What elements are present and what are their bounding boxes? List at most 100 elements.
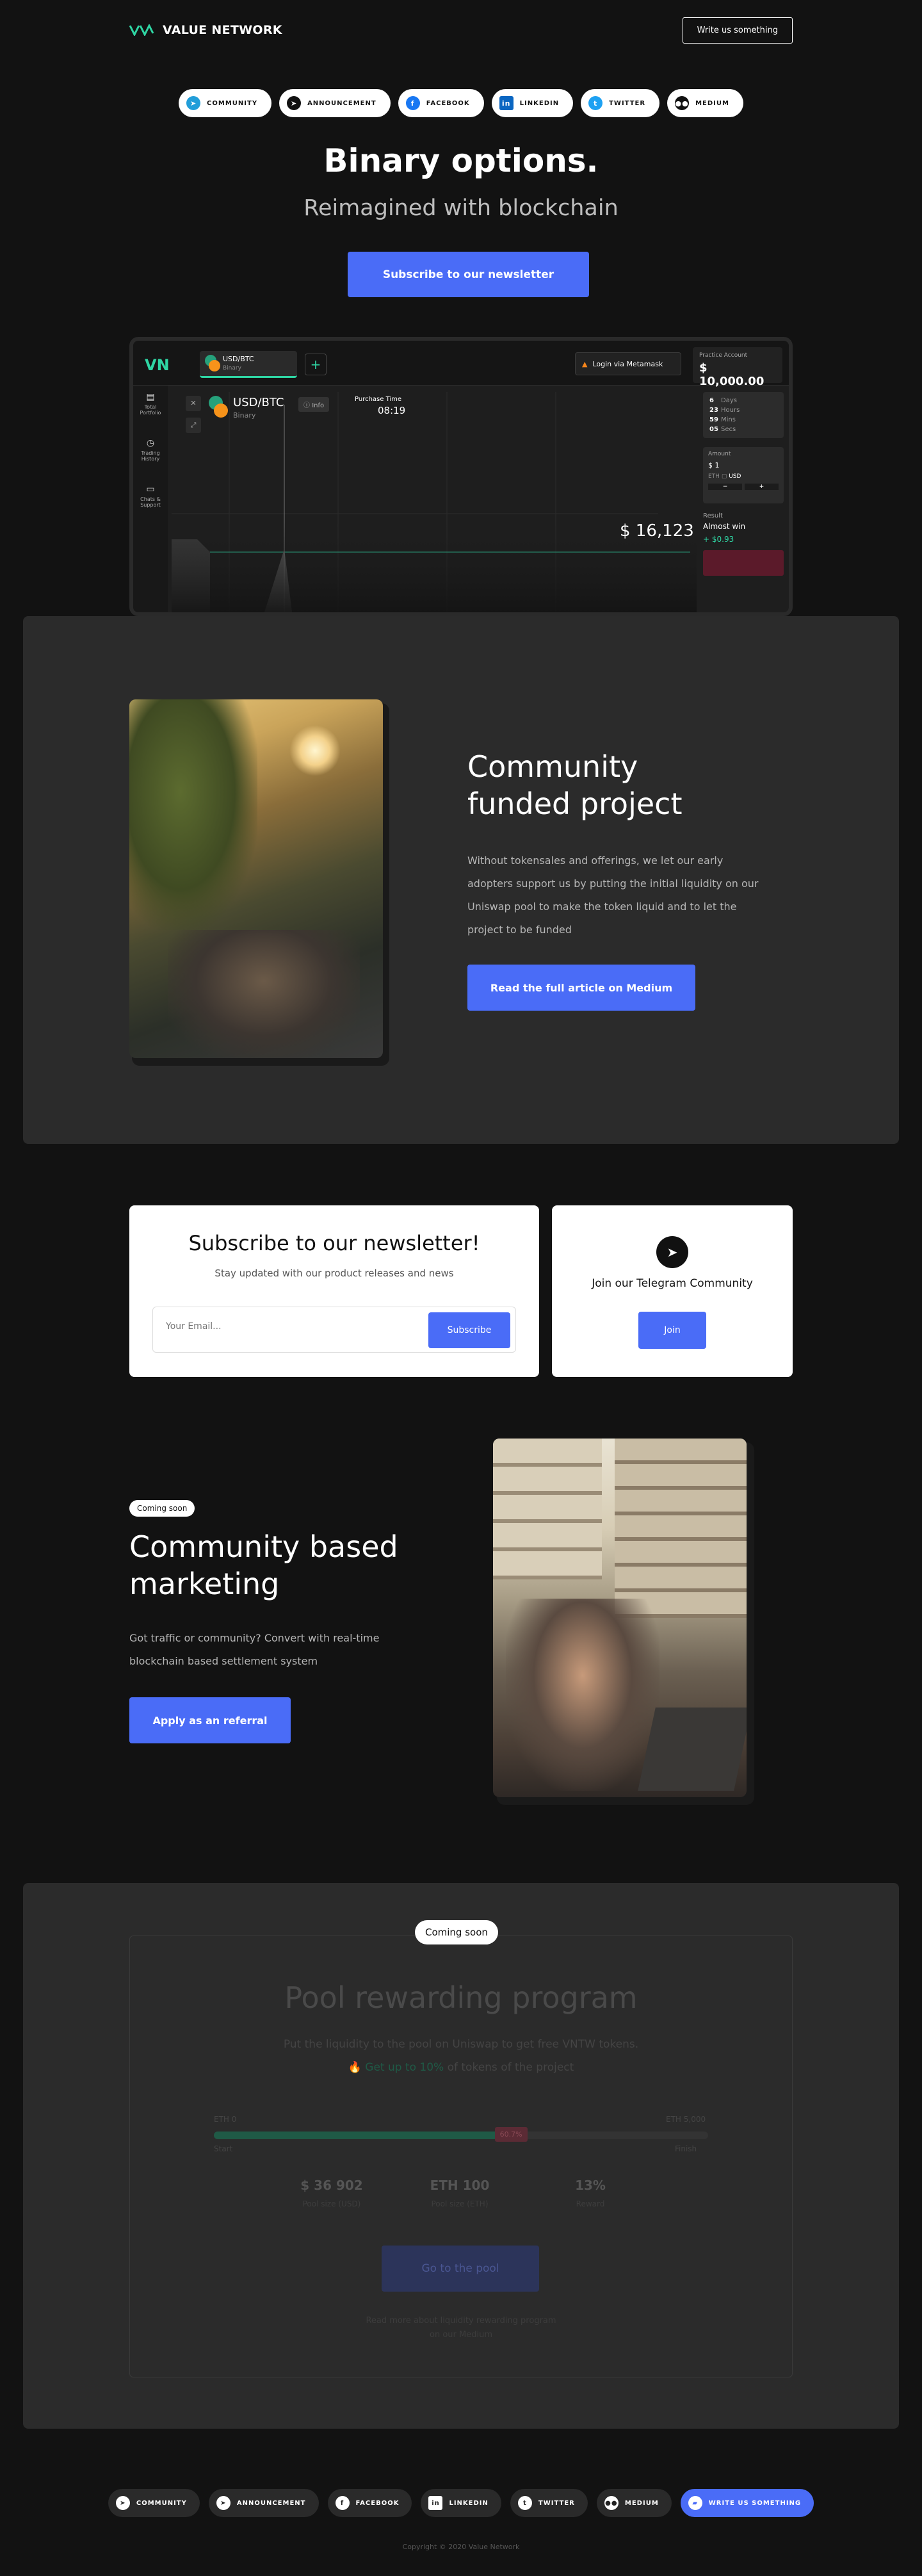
brand-name: VALUE NETWORK — [163, 23, 282, 37]
telegram-icon: ➤ — [656, 1236, 688, 1268]
fire-icon: 🔥 — [348, 2061, 362, 2074]
pool-stat-usd: $ 36 902 Pool size (USD) — [287, 2178, 376, 2208]
increase-button[interactable]: + — [745, 484, 779, 490]
footer-label: ANNOUNCEMENT — [236, 2499, 306, 2507]
timer-unit: Days — [721, 397, 737, 404]
stat-value: ETH 100 — [430, 2178, 490, 2193]
footer-twitter-link[interactable]: t TWITTER — [510, 2489, 588, 2517]
twitter-icon: t — [588, 96, 603, 110]
marketing-text: Got traffic or community? Convert with r… — [129, 1632, 380, 1667]
footer-write-us-button[interactable]: ▰ WRITE US SOMETHING — [680, 2489, 814, 2517]
twitter-icon: t — [517, 2496, 532, 2510]
currency-eth[interactable]: ETH — [708, 473, 720, 480]
telegram-icon: ➤ — [186, 96, 201, 110]
practice-account: Practice Account $ 10,000.00 — [693, 347, 782, 388]
trading-app-preview: VN USD/BTC Binary + ▲ Login via Metamask … — [129, 337, 793, 616]
medium-icon: ●● — [675, 96, 690, 110]
info-label: Info — [312, 402, 325, 409]
chat-bubble-icon: ▰ — [688, 2496, 702, 2510]
pool-progress-percent: 60.7% — [494, 2127, 528, 2142]
social-facebook-link[interactable]: f FACEBOOK — [398, 89, 484, 117]
copyright: Copyright © 2020 Value Network — [402, 2543, 520, 2551]
footer-linkedin-link[interactable]: in LINKEDIN — [421, 2489, 501, 2517]
write-us-button[interactable]: Write us something — [682, 17, 793, 44]
community-funded-title: Community funded project — [467, 749, 683, 821]
info-button[interactable]: ⓘ Info — [298, 397, 330, 412]
add-tab-button[interactable]: + — [305, 354, 327, 375]
close-icon[interactable]: ✕ — [186, 396, 201, 411]
email-field[interactable] — [166, 1321, 409, 1332]
social-medium-link[interactable]: ●● MEDIUM — [667, 89, 743, 117]
social-label: ANNOUNCEMENT — [307, 99, 376, 107]
social-twitter-link[interactable]: t TWITTER — [581, 89, 660, 117]
decrease-button[interactable]: − — [708, 484, 742, 490]
footer-medium-link[interactable]: ●● MEDIUM — [596, 2489, 672, 2517]
medium-icon: ●● — [604, 2496, 619, 2510]
newsletter-subscribe-button[interactable]: Subscribe — [428, 1312, 510, 1348]
pool-footnote: Read more about liquidity rewarding prog… — [366, 2316, 556, 2326]
apply-referral-button[interactable]: Apply as an referral — [129, 1697, 291, 1743]
timer-unit: Secs — [721, 426, 736, 433]
timer-unit: Mins — [721, 416, 736, 423]
tab-type-label: Binary — [223, 365, 241, 371]
newsletter-subtitle: Stay updated with our product releases a… — [214, 1268, 454, 1279]
pool-title: Pool rewarding program — [284, 1980, 638, 2015]
bar-end-sublabel: Finish — [675, 2144, 697, 2153]
chart-pair-type: Binary — [233, 411, 256, 420]
newsletter-card: Subscribe to our newsletter! Stay update… — [129, 1205, 539, 1377]
amount-box: Amount $ 1 ETH ▢ USD − + — [703, 447, 784, 503]
telegram-text: Join our Telegram Community — [592, 1277, 753, 1290]
top-header: VALUE NETWORK Write us something — [129, 15, 793, 45]
social-label: LINKEDIN — [519, 99, 560, 107]
social-label: MEDIUM — [695, 99, 729, 107]
facebook-icon: f — [335, 2496, 350, 2510]
social-community-link[interactable]: ➤ COMMUNITY — [179, 89, 272, 117]
subscribe-newsletter-button[interactable]: Subscribe to our newsletter — [348, 252, 589, 297]
footer-community-link[interactable]: ➤ COMMUNITY — [108, 2489, 200, 2517]
read-medium-article-button[interactable]: Read the full article on Medium — [467, 965, 695, 1011]
telegram-icon: ➤ — [115, 2496, 130, 2510]
purchase-time-value: 08:19 — [378, 405, 406, 416]
stat-label: Pool size (USD) — [302, 2199, 361, 2208]
metamask-fox-icon: ▲ — [582, 359, 588, 368]
social-announcement-link[interactable]: ➤ ANNOUNCEMENT — [279, 89, 391, 117]
pool-progress-bar: 60.7% — [214, 2127, 708, 2142]
timer-mins: 59 — [709, 416, 718, 423]
app-logo-icon: VN — [145, 356, 170, 374]
metamask-login-button[interactable]: ▲ Login via Metamask — [575, 352, 681, 375]
app-sidebar: ▤ Total Portfolio ◷ Trading History ▭ Chats… — [133, 386, 168, 612]
put-button[interactable] — [703, 550, 784, 576]
expand-icon[interactable]: ⤢ — [186, 418, 201, 433]
facebook-icon: f — [405, 96, 420, 110]
pool-stat-reward: 13% Reward — [546, 2178, 635, 2208]
linkedin-icon: in — [428, 2496, 443, 2510]
sidebar-label: Chats & Support — [140, 496, 161, 508]
telegram-icon: ➤ — [287, 96, 302, 110]
currency-usd[interactable]: USD — [729, 473, 741, 480]
footer-label: FACEBOOK — [355, 2499, 400, 2507]
trade-panel: 6 Days 23 Hours 59 Mins 05 Secs Amount $ 1 E… — [703, 392, 784, 612]
social-label: COMMUNITY — [207, 99, 258, 107]
stat-value: $ 36 902 — [300, 2178, 363, 2193]
footer-links: ➤ COMMUNITY ➤ ANNOUNCEMENT f FACEBOOK in LIN… — [0, 2489, 922, 2517]
timer-secs: 05 — [709, 426, 718, 433]
pool-medium-link[interactable]: on our Medium — [0, 2330, 922, 2340]
stat-label: Reward — [576, 2199, 605, 2208]
sidebar-item-portfolio[interactable]: ▤ Total Portfolio — [133, 392, 168, 416]
social-linkedin-link[interactable]: in LINKEDIN — [491, 89, 574, 117]
result-value: + $0.93 — [703, 535, 734, 544]
brand-logo[interactable]: VALUE NETWORK — [129, 23, 282, 37]
sidebar-label: Trading History — [141, 450, 160, 462]
pair-tab[interactable]: USD/BTC Binary — [200, 351, 297, 378]
join-telegram-button[interactable]: Join — [638, 1312, 706, 1349]
social-links: ➤ COMMUNITY ➤ ANNOUNCEMENT f FACEBOOK in LIN… — [0, 89, 922, 117]
account-label: Practice Account — [699, 352, 748, 359]
sidebar-item-history[interactable]: ◷ Trading History — [133, 438, 168, 462]
amount-input[interactable]: $ 1 — [708, 461, 779, 469]
logo-mark-icon — [129, 24, 154, 36]
timer-days: 6 — [709, 397, 714, 404]
sidebar-item-chats[interactable]: ▭ Chats & Support — [133, 484, 168, 508]
footer-announcement-link[interactable]: ➤ ANNOUNCEMENT — [208, 2489, 319, 2517]
footer-facebook-link[interactable]: f FACEBOOK — [327, 2489, 412, 2517]
go-to-pool-button[interactable]: Go to the pool — [382, 2246, 539, 2292]
